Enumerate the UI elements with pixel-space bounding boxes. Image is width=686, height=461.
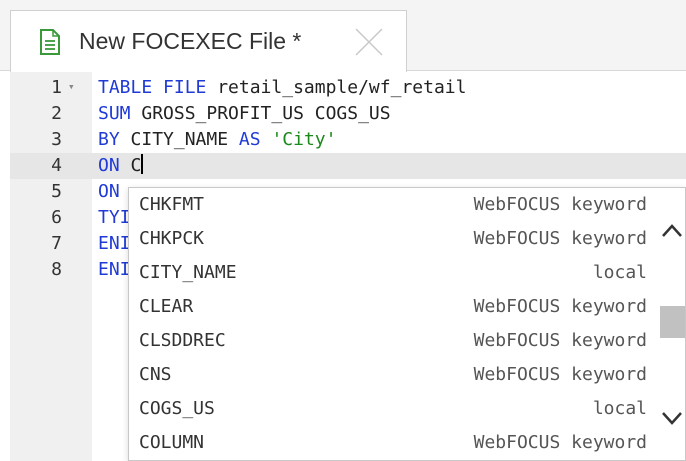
code-token: TABLE FILE: [98, 77, 207, 98]
code-text: TABLE FILE retail_sample/wf_retail: [98, 75, 466, 101]
suggestion-label: CITY_NAME: [139, 262, 237, 283]
line-number: 2: [51, 103, 62, 124]
line-number: 6: [51, 207, 62, 228]
code-text: ON: [98, 179, 120, 205]
autocomplete-popup: CHKFMT WebFOCUS keyword CHKPCK WebFOCUS key…: [128, 187, 686, 461]
scroll-down-icon[interactable]: [660, 407, 684, 429]
code-line[interactable]: 4 ON C: [10, 153, 686, 179]
line-number: 5: [51, 181, 62, 202]
tab-title: New FOCEXEC File *: [79, 28, 302, 54]
code-text: TYI: [98, 205, 131, 231]
code-line[interactable]: 3 BY CITY_NAME AS 'City': [10, 127, 686, 153]
scrollbar-thumb[interactable]: [660, 306, 685, 338]
fold-toggle-icon[interactable]: ▾: [68, 75, 75, 99]
suggestion-type: WebFOCUS keyword: [473, 194, 647, 215]
line-number: 7: [51, 233, 62, 254]
code-text: SUM GROSS_PROFIT_US COGS_US: [98, 101, 391, 127]
code-token: BY: [98, 129, 120, 150]
code-token: ENI: [98, 233, 131, 254]
code-token: ON: [98, 181, 120, 202]
scroll-up-icon[interactable]: [660, 220, 684, 242]
autocomplete-item[interactable]: CHKFMT WebFOCUS keyword: [129, 188, 659, 222]
autocomplete-item[interactable]: CLSDDREC WebFOCUS keyword: [129, 324, 659, 358]
text-caret: [141, 154, 144, 174]
autocomplete-item[interactable]: CITY_NAME local: [129, 256, 659, 290]
close-icon[interactable]: [354, 27, 384, 57]
suggestion-type: WebFOCUS keyword: [473, 432, 647, 453]
code-token: retail_sample/wf_retail: [206, 77, 467, 98]
code-token: ENI: [98, 259, 131, 280]
code-text: ON C: [98, 153, 144, 179]
suggestion-label: CHKPCK: [139, 228, 205, 249]
autocomplete-item[interactable]: CHKPCK WebFOCUS keyword: [129, 222, 659, 256]
suggestion-type: local: [592, 262, 647, 283]
suggestion-type: WebFOCUS keyword: [473, 364, 647, 385]
line-number: 3: [51, 129, 62, 150]
autocomplete-item[interactable]: COLUMN WebFOCUS keyword: [129, 426, 659, 460]
suggestion-label: COLUMN: [139, 432, 205, 453]
suggestion-type: local: [592, 398, 647, 419]
tab-new-focexec-file[interactable]: New FOCEXEC File *: [10, 10, 407, 72]
suggestion-label: CLSDDREC: [139, 330, 226, 351]
code-line[interactable]: 1 ▾ TABLE FILE retail_sample/wf_retail: [10, 75, 686, 101]
code-token: SUM: [98, 103, 131, 124]
code-line[interactable]: 2 SUM GROSS_PROFIT_US COGS_US: [10, 101, 686, 127]
autocomplete-item[interactable]: CLEAR WebFOCUS keyword: [129, 290, 659, 324]
suggestion-type: WebFOCUS keyword: [473, 330, 647, 351]
suggestion-type: WebFOCUS keyword: [473, 296, 647, 317]
line-number: 8: [51, 259, 62, 280]
autocomplete-item[interactable]: CNS WebFOCUS keyword: [129, 358, 659, 392]
line-number: 4: [51, 155, 62, 176]
suggestion-type: WebFOCUS keyword: [473, 228, 647, 249]
code-token: 'City': [271, 129, 337, 150]
code-token: TYI: [98, 207, 131, 228]
code-text: ENI: [98, 231, 131, 257]
autocomplete-item[interactable]: COGS_US local: [129, 392, 659, 426]
suggestion-label: CLEAR: [139, 296, 194, 317]
tab-bar: New FOCEXEC File *: [0, 0, 686, 72]
code-token: ON: [98, 155, 120, 176]
code-token: CITY_NAME: [119, 129, 239, 150]
code-token: C: [119, 155, 142, 176]
suggestion-label: CHKFMT: [139, 194, 205, 215]
document-icon: [40, 29, 60, 55]
code-token: GROSS_PROFIT_US COGS_US: [130, 103, 391, 124]
code-text: ENI: [98, 257, 131, 283]
suggestion-label: CNS: [139, 364, 172, 385]
code-text: BY CITY_NAME AS 'City': [98, 127, 336, 153]
suggestion-label: COGS_US: [139, 398, 215, 419]
code-token: AS: [238, 129, 261, 150]
line-number: 1: [51, 77, 62, 98]
